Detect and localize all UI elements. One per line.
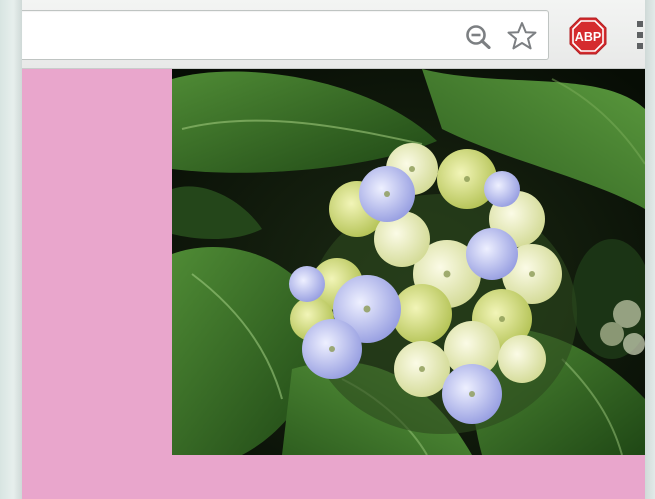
browser-toolbar: ABP (22, 0, 645, 69)
zoom-out-icon[interactable] (464, 23, 494, 50)
address-input[interactable] (30, 19, 464, 51)
abp-label: ABP (575, 30, 601, 44)
hydrangea-photo (172, 69, 645, 455)
browser-menu-icon[interactable] (634, 18, 648, 52)
window-frame-right (645, 0, 655, 499)
address-bar[interactable] (22, 10, 549, 60)
bookmark-star-icon[interactable] (506, 21, 538, 51)
adblock-plus-icon[interactable]: ABP (568, 16, 608, 56)
page-content (22, 69, 645, 499)
window-frame-left (0, 0, 22, 499)
